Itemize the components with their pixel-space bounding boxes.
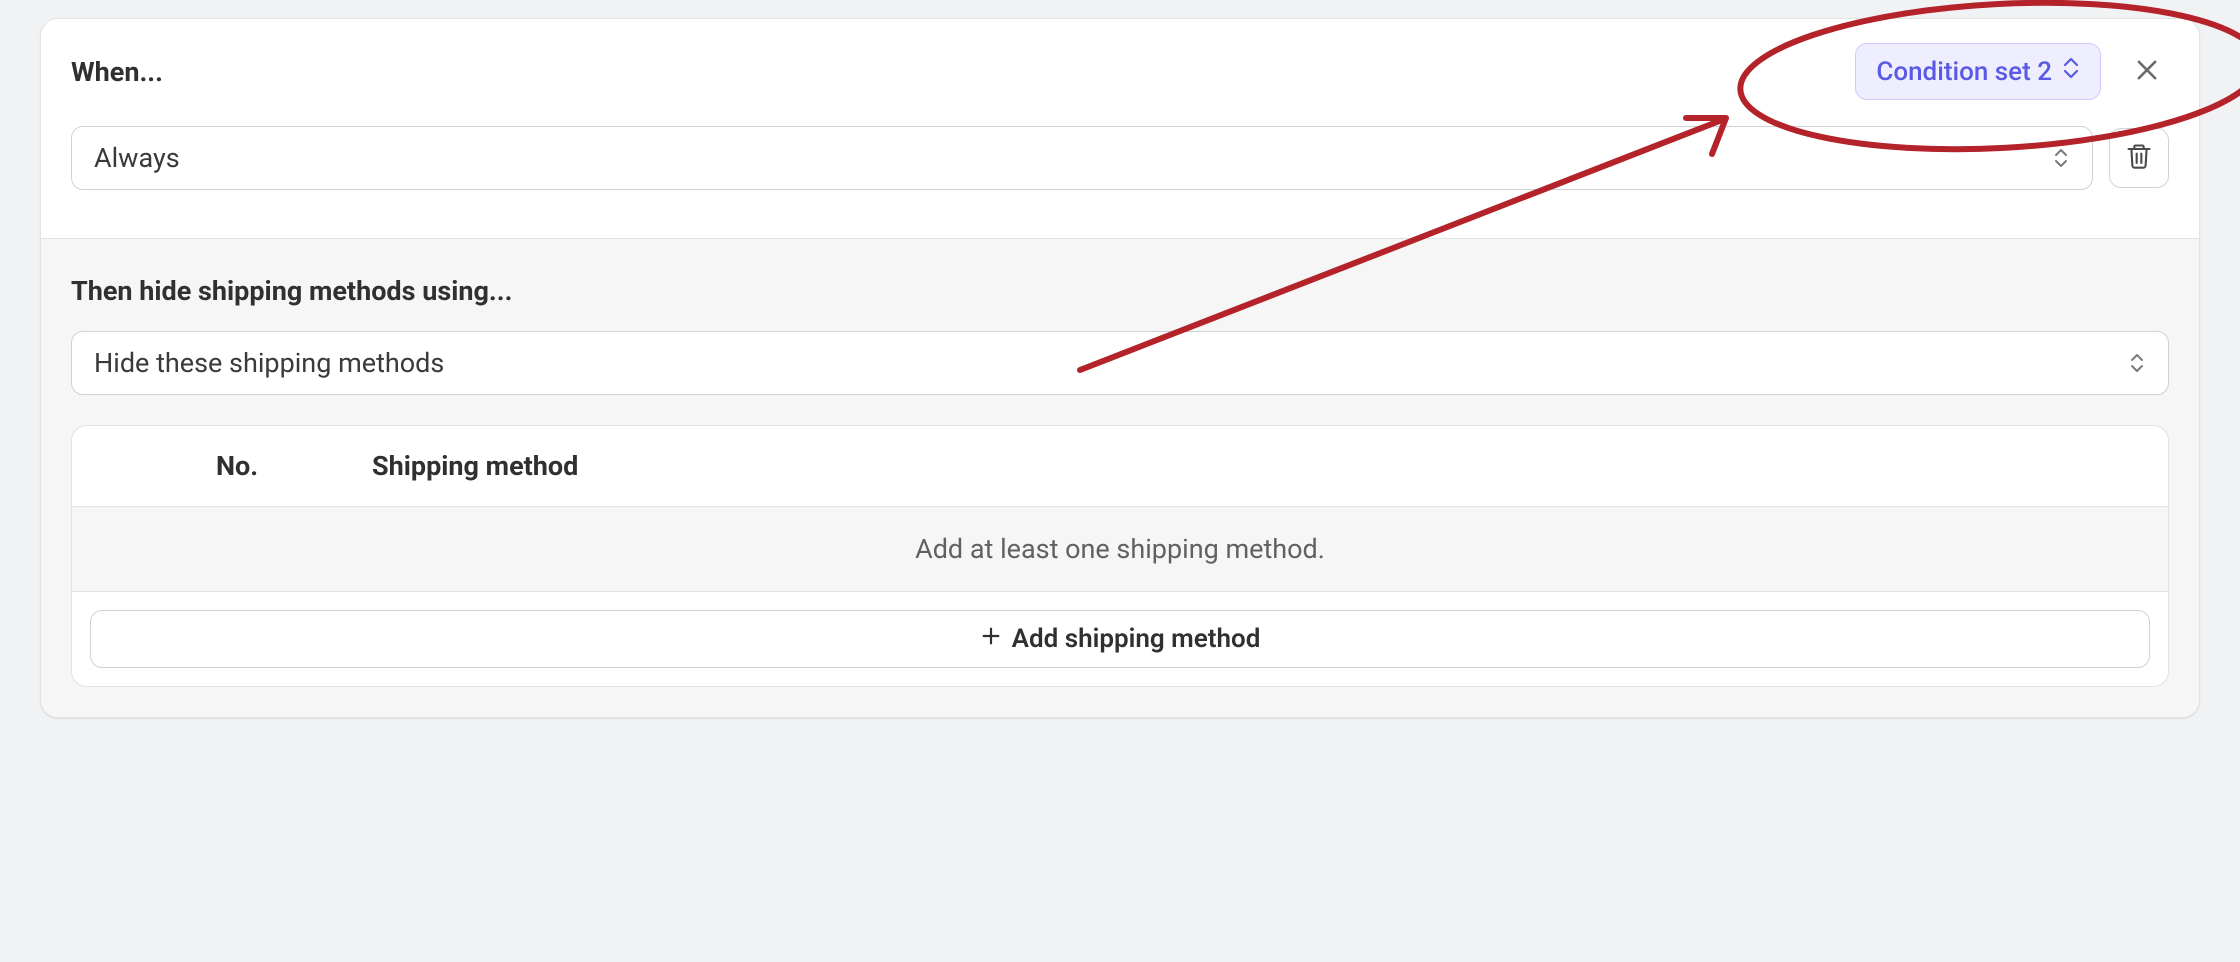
stepper-icon — [2128, 349, 2146, 377]
condition-select-value: Always — [94, 142, 180, 174]
close-icon — [2133, 56, 2161, 88]
table-header: No. Shipping method — [72, 426, 2168, 507]
col-method-header: Shipping method — [372, 450, 2138, 482]
table-footer: Add shipping method — [72, 592, 2168, 686]
action-select-value: Hide these shipping methods — [94, 347, 444, 379]
then-title: Then hide shipping methods using... — [71, 275, 2169, 307]
action-select[interactable]: Hide these shipping methods — [71, 331, 2169, 395]
plus-icon — [980, 624, 1002, 654]
condition-set-label: Condition set 2 — [1876, 57, 2052, 87]
condition-select[interactable]: Always — [71, 126, 2093, 190]
add-shipping-method-label: Add shipping method — [1012, 624, 1261, 654]
add-shipping-method-button[interactable]: Add shipping method — [90, 610, 2150, 668]
then-section: Then hide shipping methods using... Hide… — [41, 238, 2199, 717]
col-no-header: No. — [102, 450, 372, 482]
trash-icon — [2125, 142, 2153, 174]
condition-set-badge[interactable]: Condition set 2 — [1855, 43, 2101, 100]
condition-card: When... Condition set 2 Always — [40, 18, 2200, 718]
stepper-icon — [2062, 54, 2080, 89]
delete-condition-button[interactable] — [2109, 128, 2169, 188]
when-title: When... — [71, 56, 1831, 88]
when-header-row: When... Condition set 2 — [41, 19, 2199, 100]
when-body: Always — [41, 100, 2199, 238]
close-button[interactable] — [2125, 50, 2169, 94]
empty-state-message: Add at least one shipping method. — [72, 507, 2168, 592]
shipping-methods-card: No. Shipping method Add at least one shi… — [71, 425, 2169, 687]
stepper-icon — [2052, 144, 2070, 172]
